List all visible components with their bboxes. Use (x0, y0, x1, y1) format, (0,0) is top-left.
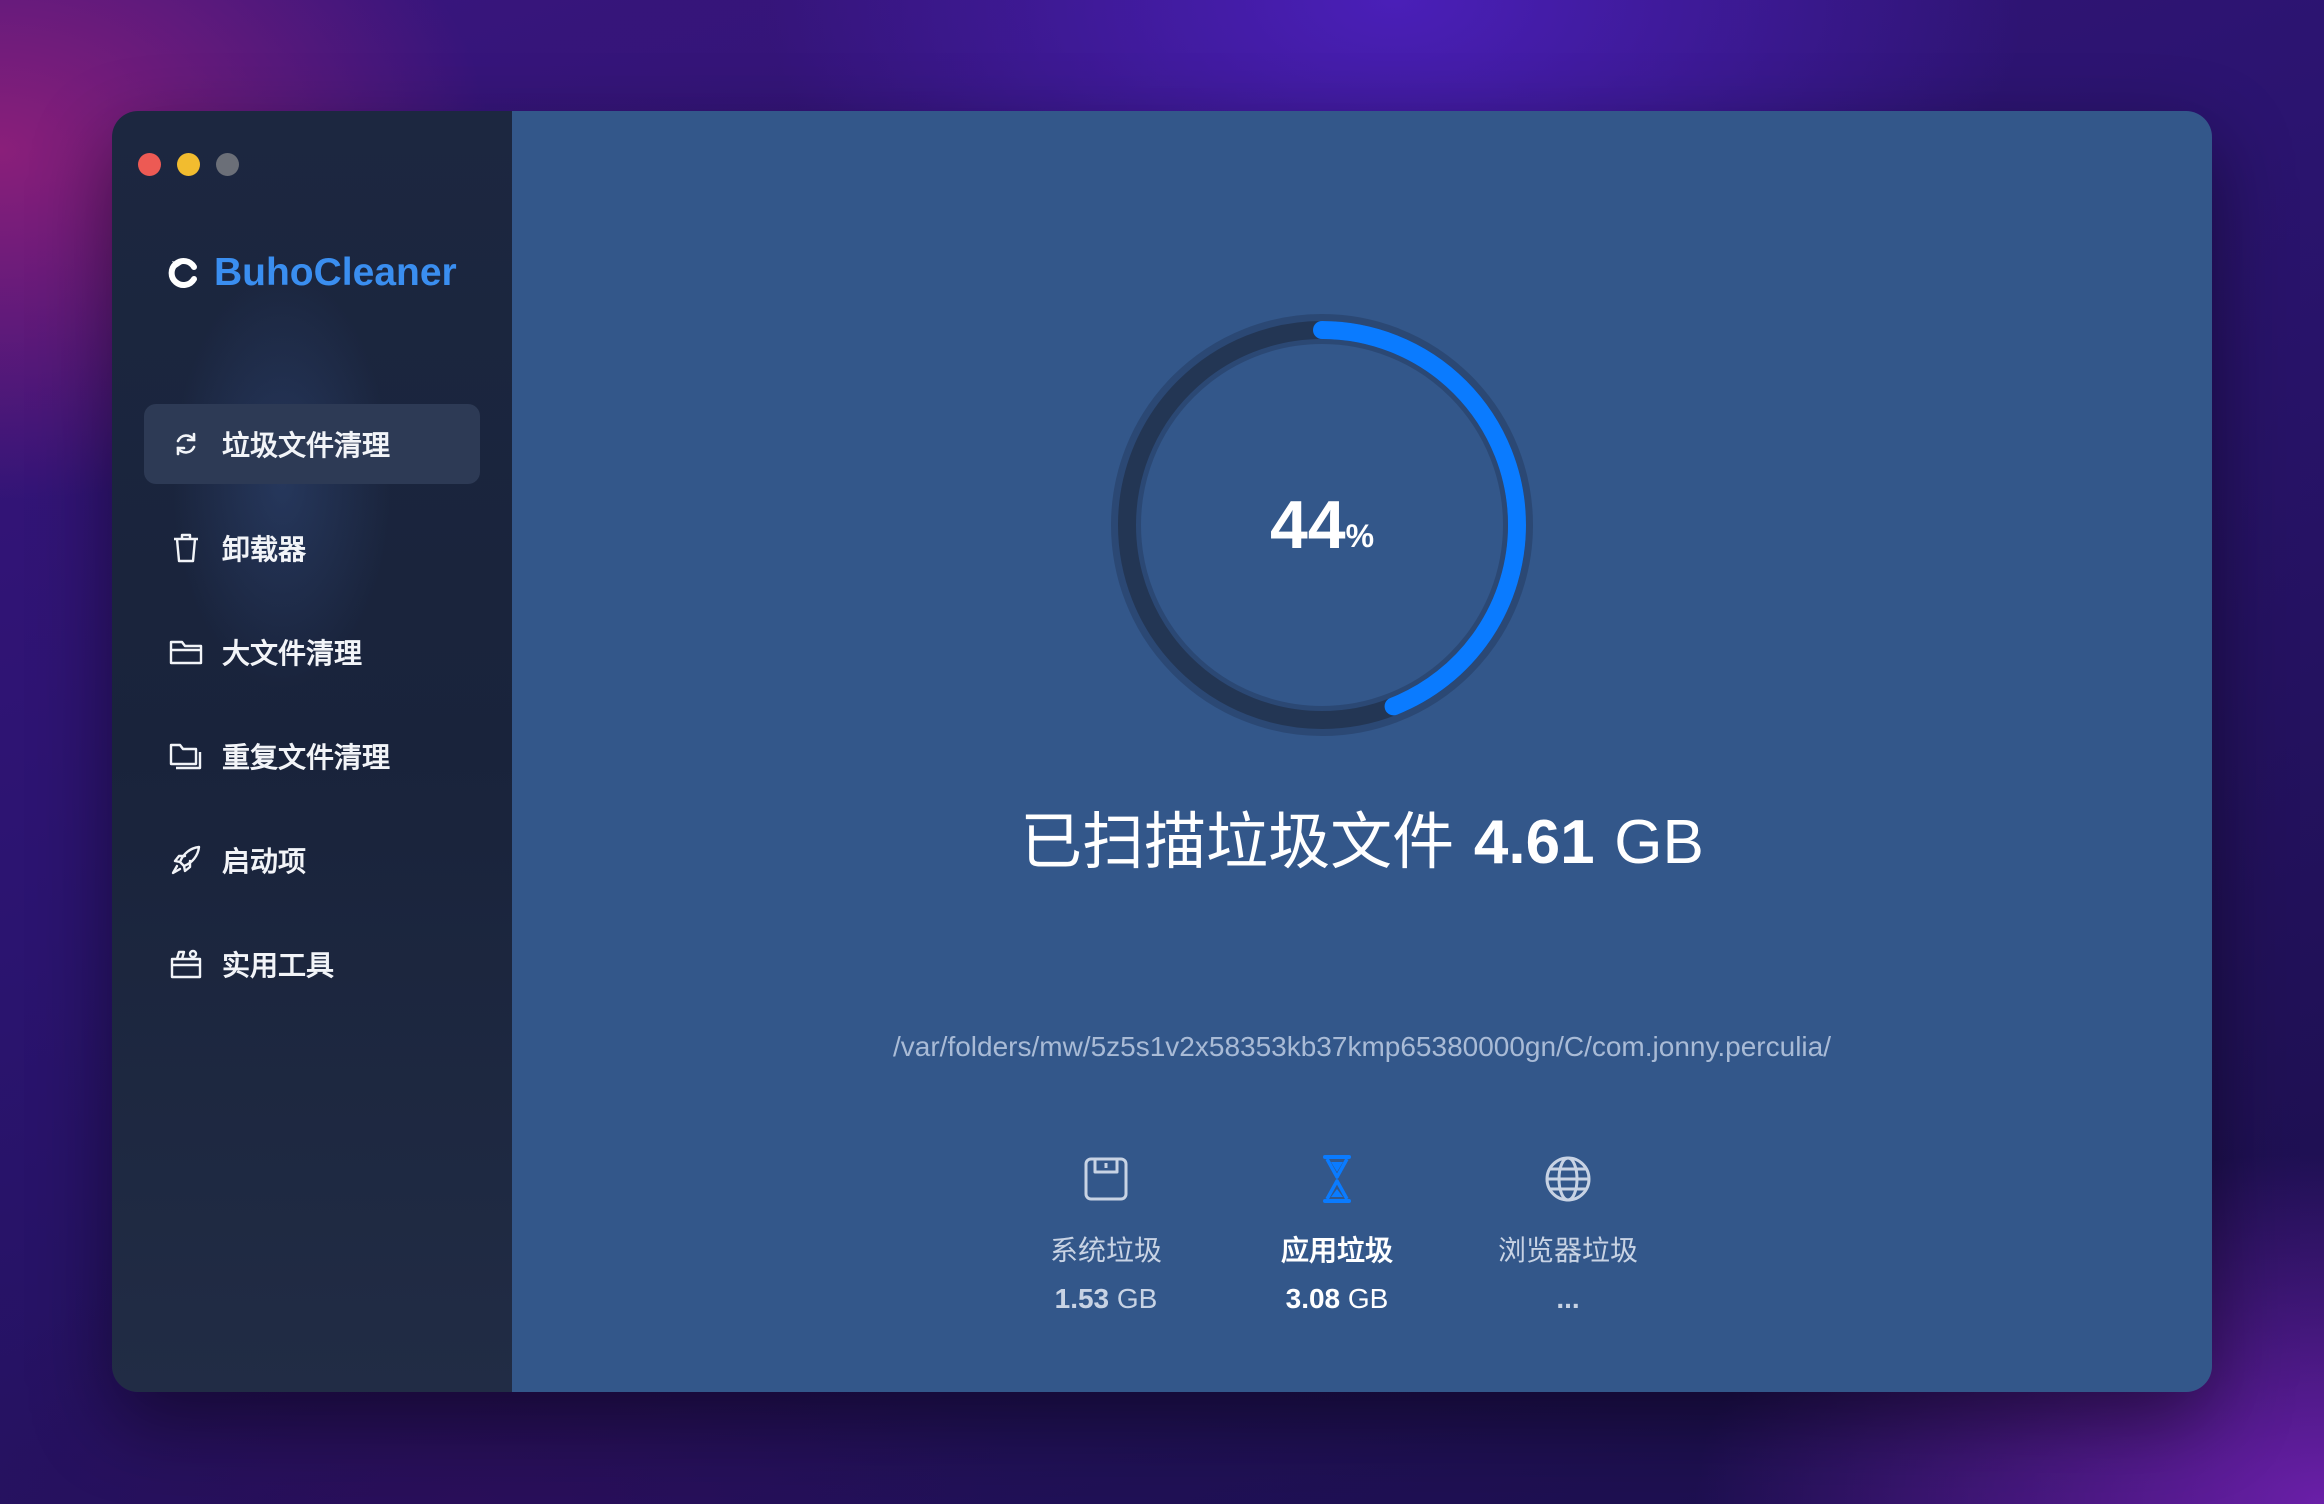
category-size-value: 1.53 (1054, 1283, 1110, 1314)
sidebar-item-label: 卸载器 (222, 533, 307, 566)
app-name: BuhoCleaner (214, 251, 457, 294)
scan-summary-unit: GB (1614, 808, 1704, 877)
category-size: 1.53 GB (991, 1283, 1221, 1315)
progress-number: 44 (1269, 487, 1346, 563)
scan-summary: 已扫描垃圾文件 4.61 GB (512, 791, 2212, 881)
category-size-value: 3.08 (1285, 1283, 1341, 1314)
hourglass-icon (1323, 1155, 1351, 1203)
close-window-button[interactable] (138, 153, 161, 176)
sidebar-item-junk-cleanup[interactable]: 垃圾文件清理 (144, 404, 480, 484)
brand: BuhoCleaner (166, 251, 457, 295)
sidebar-item-label: 大文件清理 (222, 637, 363, 670)
category-size: 3.08 GB (1222, 1283, 1452, 1315)
category-size-unit: GB (1347, 1283, 1389, 1314)
progress-percent: 44 % (1107, 310, 1537, 740)
category-system-junk: 系统垃圾 1.53 GB (991, 1151, 1221, 1315)
minimize-window-button[interactable] (177, 153, 200, 176)
buhocleaner-logo-icon (168, 258, 197, 288)
sidebar-item-label: 实用工具 (222, 949, 335, 982)
sidebar-item-uninstaller[interactable]: 卸载器 (144, 508, 480, 588)
duplicate-folder-icon (168, 738, 204, 774)
rocket-icon (168, 842, 204, 878)
junk-categories: 系统垃圾 1.53 GB 应用垃圾 3.08 GB 浏览器垃圾 ... (512, 1151, 2212, 1351)
scan-summary-amount: 4.61 (1473, 808, 1595, 877)
refresh-icon (168, 426, 204, 462)
scan-summary-prefix: 已扫描垃圾文件 (1020, 805, 1455, 878)
window-controls (138, 153, 239, 176)
trash-icon (168, 530, 204, 566)
category-label: 应用垃圾 (1280, 1234, 1393, 1267)
folder-icon (168, 634, 204, 670)
progress-unit: % (1345, 517, 1375, 554)
category-size: ... (1453, 1283, 1683, 1315)
sidebar-item-label: 垃圾文件清理 (222, 429, 391, 462)
sidebar-item-large-files[interactable]: 大文件清理 (144, 612, 480, 692)
toolbox-icon (168, 946, 204, 982)
globe-icon (1545, 1156, 1591, 1202)
sidebar-item-utilities[interactable]: 实用工具 (144, 924, 480, 1004)
category-label: 系统垃圾 (1049, 1234, 1162, 1267)
zoom-window-button[interactable] (216, 153, 239, 176)
sidebar-item-startup-items[interactable]: 启动项 (144, 820, 480, 900)
category-size-unit: GB (1116, 1283, 1158, 1314)
category-size-value: ... (1556, 1283, 1580, 1314)
sidebar-nav: 垃圾文件清理 卸载器 大文件清理 重复文件清理 启动项 实用工具 (144, 404, 480, 1028)
category-label: 浏览器垃圾 (1497, 1234, 1638, 1267)
main-panel: 44 % 已扫描垃圾文件 4.61 GB /var/folders/mw/5z5… (512, 111, 2212, 1392)
app-window: BuhoCleaner 垃圾文件清理 卸载器 大文件清理 重复文件清理 启动项 … (112, 111, 2212, 1392)
sidebar: BuhoCleaner 垃圾文件清理 卸载器 大文件清理 重复文件清理 启动项 … (112, 111, 512, 1392)
sidebar-item-label: 重复文件清理 (222, 741, 391, 774)
sidebar-item-label: 启动项 (222, 845, 307, 878)
category-browser-junk: 浏览器垃圾 ... (1453, 1151, 1683, 1315)
category-app-junk: 应用垃圾 3.08 GB (1222, 1151, 1452, 1315)
current-scan-path: /var/folders/mw/5z5s1v2x58353kb37kmp6538… (892, 1031, 1831, 1062)
sidebar-item-duplicate-files[interactable]: 重复文件清理 (144, 716, 480, 796)
disk-icon (1084, 1157, 1128, 1201)
